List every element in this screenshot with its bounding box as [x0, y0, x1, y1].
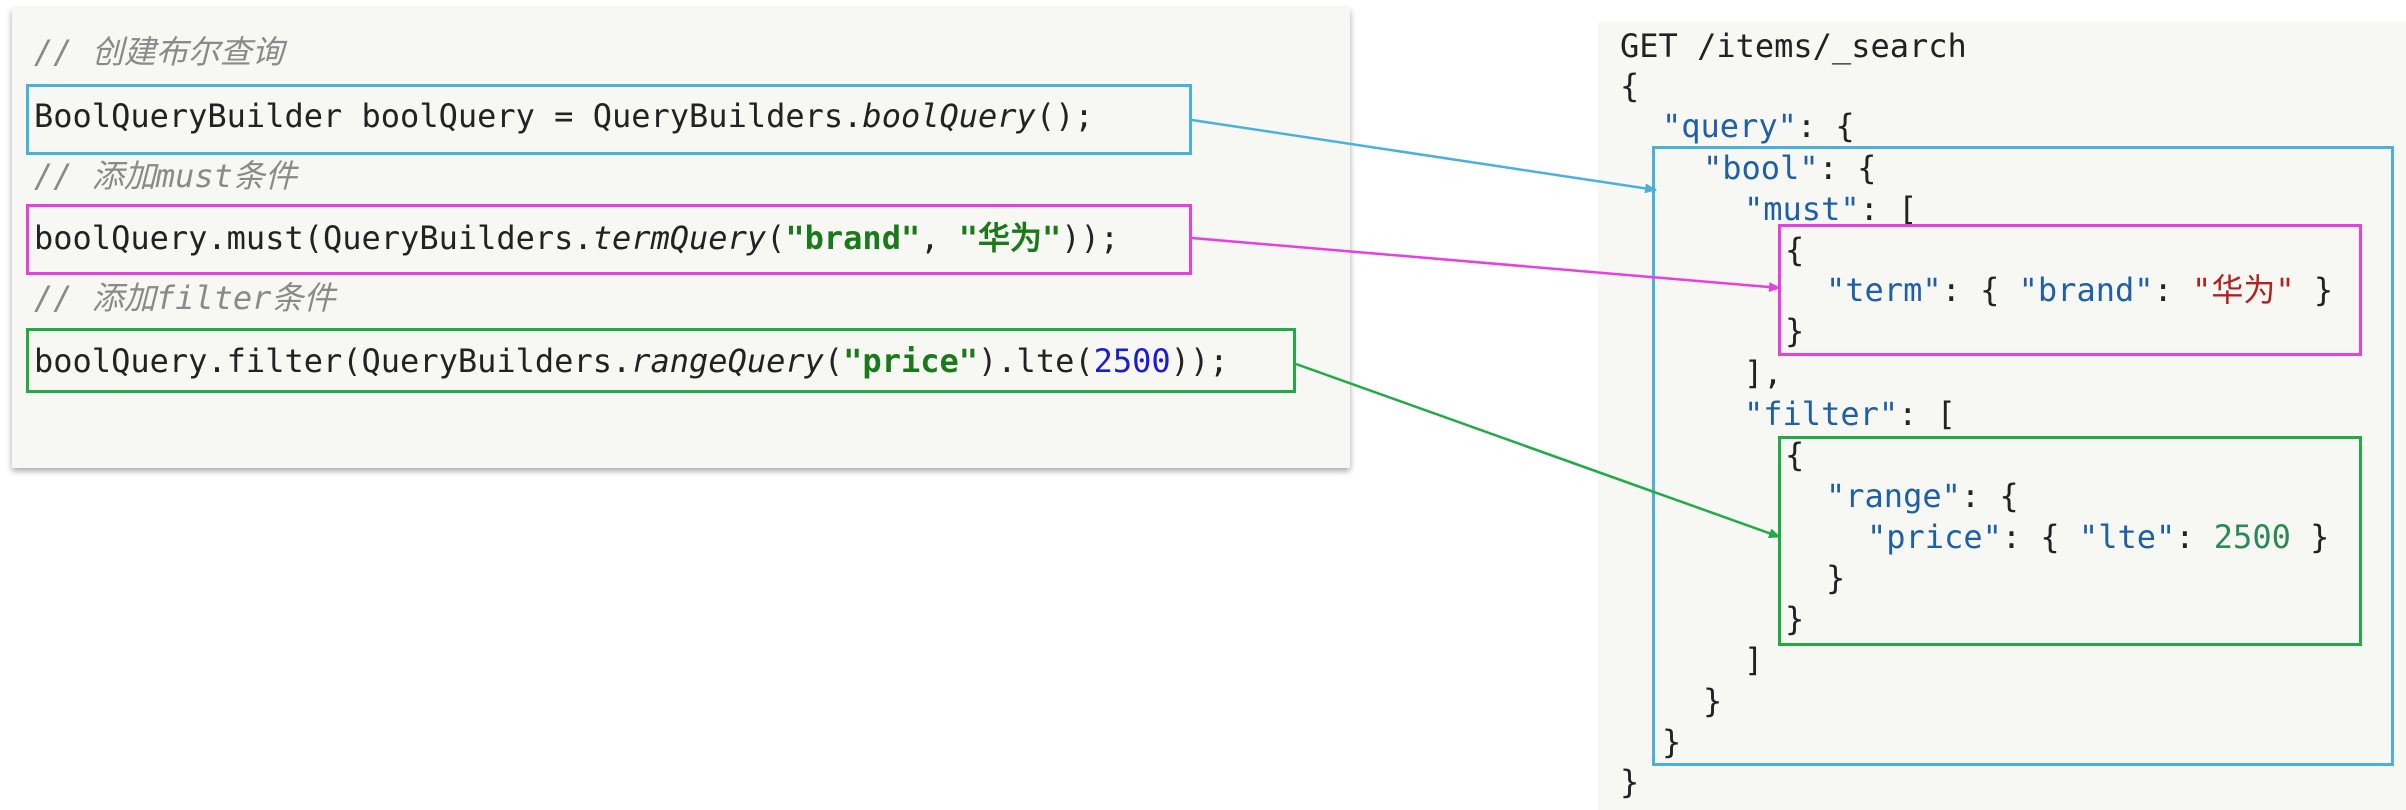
connector-arrows — [1191, 118, 1781, 539]
arrow-must — [1191, 236, 1781, 293]
arrow-filter — [1295, 362, 1781, 539]
arrow-bool-query — [1191, 118, 1657, 194]
